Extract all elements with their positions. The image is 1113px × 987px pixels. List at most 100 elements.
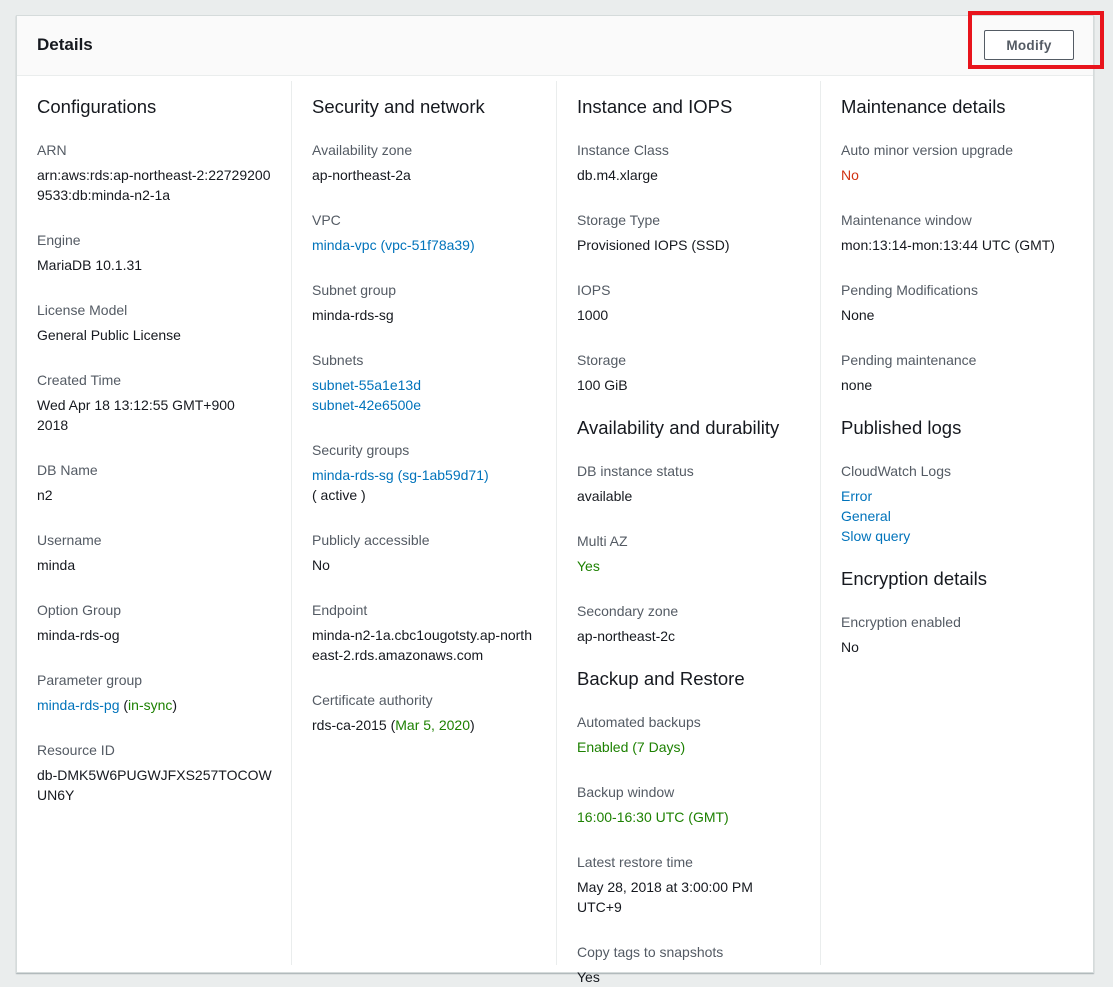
db-instance-status-field: DB instance status available xyxy=(577,461,820,506)
automated-backups-value: Enabled (7 Days) xyxy=(577,739,686,755)
encryption-enabled-label: Encryption enabled xyxy=(841,614,961,630)
configurations-column: Configurations ARN arn:aws:rds:ap-northe… xyxy=(17,81,292,965)
pending-modifications-field: Pending Modifications None xyxy=(841,280,1093,325)
availability-zone-value: ap-northeast-2a xyxy=(312,167,411,183)
log-link-slow-query[interactable]: Slow query xyxy=(841,528,910,544)
automated-backups-field: Automated backups Enabled (7 Days) xyxy=(577,712,820,757)
subnet-link[interactable]: subnet-42e6500e xyxy=(312,397,421,413)
arn-field: ARN arn:aws:rds:ap-northeast-2:227292009… xyxy=(37,140,291,205)
security-groups-field: Security groups minda-rds-sg (sg-1ab59d7… xyxy=(312,440,556,505)
subnet-group-field: Subnet group minda-rds-sg xyxy=(312,280,556,325)
security-network-title: Security and network xyxy=(312,96,485,117)
latest-restore-value: May 28, 2018 at 3:00:00 PM UTC+9 xyxy=(577,879,753,915)
availability-durability-title: Availability and durability xyxy=(577,417,780,438)
vpc-link[interactable]: minda-vpc (vpc-51f78a39) xyxy=(312,237,475,253)
publicly-accessible-label: Publicly accessible xyxy=(312,532,430,548)
parameter-group-value: minda-rds-pg (in-sync) xyxy=(37,695,291,715)
storage-label: Storage xyxy=(577,352,627,368)
maintenance-window-field: Maintenance window mon:13:14-mon:13:44 U… xyxy=(841,210,1093,255)
parameter-group-link[interactable]: minda-rds-pg xyxy=(37,697,119,713)
log-link-general[interactable]: General xyxy=(841,508,891,524)
option-group-field: Option Group minda-rds-og xyxy=(37,600,291,645)
certificate-authority-field: Certificate authority rds-ca-2015 (Mar 5… xyxy=(312,690,556,735)
option-group-value: minda-rds-og xyxy=(37,627,120,643)
storage-field: Storage 100 GiB xyxy=(577,350,820,395)
latest-restore-field: Latest restore time May 28, 2018 at 3:00… xyxy=(577,852,820,917)
parameter-group-field: Parameter group minda-rds-pg (in-sync) xyxy=(37,670,291,715)
endpoint-label: Endpoint xyxy=(312,602,368,618)
availability-zone-field: Availability zone ap-northeast-2a xyxy=(312,140,556,185)
license-model-label: License Model xyxy=(37,302,128,318)
created-time-field: Created Time Wed Apr 18 13:12:55 GMT+900… xyxy=(37,370,291,435)
resource-id-label: Resource ID xyxy=(37,742,115,758)
modify-button[interactable]: Modify xyxy=(984,30,1074,60)
iops-value: 1000 xyxy=(577,307,609,323)
engine-value: MariaDB 10.1.31 xyxy=(37,257,143,273)
parameter-group-status: in-sync xyxy=(128,697,173,713)
created-time-label: Created Time xyxy=(37,372,122,388)
details-columns: Configurations ARN arn:aws:rds:ap-northe… xyxy=(17,81,1093,985)
copy-tags-value: Yes xyxy=(577,969,600,985)
subnet-group-value: minda-rds-sg xyxy=(312,307,394,323)
cloudwatch-logs-field: CloudWatch Logs Error General Slow query xyxy=(841,461,1093,546)
encryption-enabled-field: Encryption enabled No xyxy=(841,612,1093,657)
backup-restore-title: Backup and Restore xyxy=(577,668,745,689)
subnet-group-label: Subnet group xyxy=(312,282,397,298)
backup-window-label: Backup window xyxy=(577,784,675,800)
storage-type-label: Storage Type xyxy=(577,212,661,228)
pending-maintenance-field: Pending maintenance none xyxy=(841,350,1093,395)
publicly-accessible-field: Publicly accessible No xyxy=(312,530,556,575)
configurations-title: Configurations xyxy=(37,96,157,117)
certificate-authority-label: Certificate authority xyxy=(312,692,433,708)
availability-zone-label: Availability zone xyxy=(312,142,413,158)
subnet-link[interactable]: subnet-55a1e13d xyxy=(312,377,421,393)
copy-tags-label: Copy tags to snapshots xyxy=(577,944,724,960)
arn-value: arn:aws:rds:ap-northeast-2:227292009533:… xyxy=(37,167,271,203)
secondary-zone-field: Secondary zone ap-northeast-2c xyxy=(577,601,820,646)
vpc-label: VPC xyxy=(312,212,341,228)
pending-maintenance-label: Pending maintenance xyxy=(841,352,977,368)
multi-az-field: Multi AZ Yes xyxy=(577,531,820,576)
maintenance-window-label: Maintenance window xyxy=(841,212,972,228)
parameter-group-open-paren: ( xyxy=(119,697,129,713)
certificate-expiry-date: Mar 5, 2020 xyxy=(395,717,470,733)
instance-class-label: Instance Class xyxy=(577,142,669,158)
automated-backups-label: Automated backups xyxy=(577,714,701,730)
maintenance-window-value: mon:13:14-mon:13:44 UTC (GMT) xyxy=(841,237,1055,253)
details-panel: Details Modify Configurations ARN arn:aw… xyxy=(16,11,1104,985)
subnets-field: Subnets subnet-55a1e13d subnet-42e6500e xyxy=(312,350,556,415)
certificate-authority-name: rds-ca-2015 ( xyxy=(312,717,396,733)
db-name-field: DB Name n2 xyxy=(37,460,291,505)
engine-field: Engine MariaDB 10.1.31 xyxy=(37,230,291,275)
license-model-value: General Public License xyxy=(37,327,181,343)
iops-field: IOPS 1000 xyxy=(577,280,820,325)
log-link-error[interactable]: Error xyxy=(841,488,872,504)
multi-az-value: Yes xyxy=(577,558,600,574)
instance-class-value: db.m4.xlarge xyxy=(577,167,658,183)
pending-maintenance-value: none xyxy=(841,377,873,393)
endpoint-field: Endpoint minda-n2-1a.cbc1ougotsty.ap-nor… xyxy=(312,600,556,665)
storage-type-field: Storage Type Provisioned IOPS (SSD) xyxy=(577,210,820,255)
engine-label: Engine xyxy=(37,232,81,248)
resource-id-value: db-DMK5W6PUGWJFXS257TOCOWUN6Y xyxy=(37,767,272,803)
pending-modifications-label: Pending Modifications xyxy=(841,282,978,298)
auto-minor-upgrade-label: Auto minor version upgrade xyxy=(841,142,1013,158)
option-group-label: Option Group xyxy=(37,602,122,618)
security-group-link[interactable]: minda-rds-sg (sg-1ab59d71) xyxy=(312,467,489,483)
backup-window-value: 16:00-16:30 UTC (GMT) xyxy=(577,809,729,825)
parameter-group-label: Parameter group xyxy=(37,672,143,688)
certificate-authority-value: rds-ca-2015 (Mar 5, 2020) xyxy=(312,715,556,735)
username-value: minda xyxy=(37,557,76,573)
created-time-value: Wed Apr 18 13:12:55 GMT+900 2018 xyxy=(37,397,235,433)
maintenance-column: Maintenance details Auto minor version u… xyxy=(821,81,1093,965)
db-instance-status-value: available xyxy=(577,488,633,504)
maintenance-details-title: Maintenance details xyxy=(841,96,1006,117)
subnets-label: Subnets xyxy=(312,352,364,368)
db-instance-status-label: DB instance status xyxy=(577,463,694,479)
backup-window-field: Backup window 16:00-16:30 UTC (GMT) xyxy=(577,782,820,827)
endpoint-value: minda-n2-1a.cbc1ougotsty.ap-northeast-2.… xyxy=(312,627,532,663)
secondary-zone-value: ap-northeast-2c xyxy=(577,628,676,644)
parameter-group-close-paren: ) xyxy=(172,697,178,713)
encryption-enabled-value: No xyxy=(841,639,859,655)
copy-tags-field: Copy tags to snapshots Yes xyxy=(577,942,820,987)
